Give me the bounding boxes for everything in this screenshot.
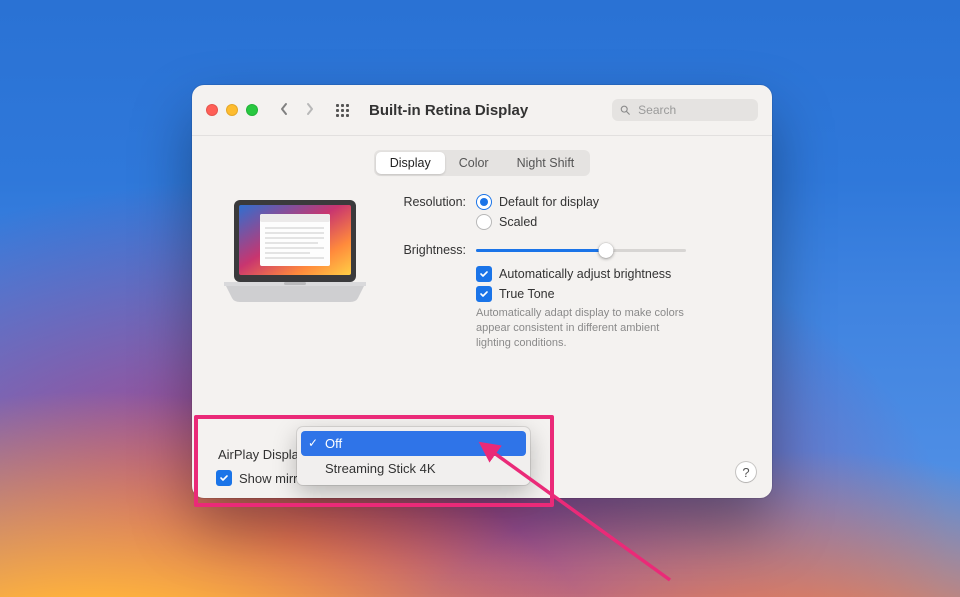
help-button[interactable]: ? xyxy=(736,462,756,482)
resolution-default[interactable]: Default for display xyxy=(476,194,744,210)
check-icon xyxy=(479,289,489,299)
radio-scaled[interactable] xyxy=(476,214,492,230)
check-icon xyxy=(479,269,489,279)
resolution-row: Resolution: Default for display Scaled xyxy=(388,194,744,234)
zoom-button[interactable] xyxy=(246,104,258,116)
resolution-default-label: Default for display xyxy=(499,195,599,209)
window-title: Built-in Retina Display xyxy=(369,102,528,119)
minimize-button[interactable] xyxy=(226,104,238,116)
desktop-wallpaper: Built-in Retina Display Display Color Ni… xyxy=(0,0,960,597)
content-area: Resolution: Default for display Scaled xyxy=(192,176,772,359)
nav-arrows xyxy=(276,102,318,119)
airplay-option-stick-label: Streaming Stick 4K xyxy=(325,461,436,476)
airplay-option-stick[interactable]: Streaming Stick 4K xyxy=(301,456,526,481)
search-icon xyxy=(620,104,630,116)
checkbox-true-tone[interactable] xyxy=(476,286,492,302)
auto-brightness-label: Automatically adjust brightness xyxy=(499,267,671,281)
true-tone-label: True Tone xyxy=(499,287,555,301)
auto-brightness-row: Automatically adjust brightness True Ton… xyxy=(388,266,744,351)
back-button[interactable] xyxy=(276,102,292,119)
chevron-left-icon xyxy=(279,102,289,116)
titlebar: Built-in Retina Display xyxy=(192,85,772,136)
tab-color[interactable]: Color xyxy=(445,152,503,174)
auto-brightness[interactable]: Automatically adjust brightness xyxy=(476,266,744,282)
show-all-button[interactable] xyxy=(336,104,349,117)
resolution-scaled-label: Scaled xyxy=(499,215,537,229)
tab-night-shift[interactable]: Night Shift xyxy=(503,152,589,174)
radio-default[interactable] xyxy=(476,194,492,210)
brightness-label: Brightness: xyxy=(388,242,466,257)
window-controls xyxy=(206,104,258,116)
airplay-label: AirPlay Display: xyxy=(210,447,309,462)
airplay-dropdown[interactable]: ✓ Off Streaming Stick 4K xyxy=(297,427,530,485)
true-tone[interactable]: True Tone xyxy=(476,286,744,302)
search-input[interactable] xyxy=(636,102,750,118)
brightness-row: Brightness: xyxy=(388,242,744,258)
airplay-option-off[interactable]: ✓ Off xyxy=(301,431,526,456)
brightness-slider[interactable] xyxy=(476,242,686,258)
search-field[interactable] xyxy=(612,99,758,121)
close-button[interactable] xyxy=(206,104,218,116)
resolution-scaled[interactable]: Scaled xyxy=(476,214,744,230)
chevron-right-icon xyxy=(305,102,315,116)
checkbox-show-mirroring[interactable] xyxy=(216,470,232,486)
forward-button[interactable] xyxy=(302,102,318,119)
display-preview xyxy=(220,198,370,307)
airplay-option-off-label: Off xyxy=(325,436,342,451)
display-settings: Resolution: Default for display Scaled xyxy=(388,194,744,359)
check-icon: ✓ xyxy=(308,436,318,450)
slider-thumb[interactable] xyxy=(599,243,614,258)
true-tone-desc: Automatically adapt display to make colo… xyxy=(476,306,696,351)
checkbox-auto-brightness[interactable] xyxy=(476,266,492,282)
resolution-label: Resolution: xyxy=(388,194,466,209)
tab-bar: Display Color Night Shift xyxy=(374,150,591,176)
check-icon xyxy=(219,473,229,483)
tab-display[interactable]: Display xyxy=(376,152,445,174)
